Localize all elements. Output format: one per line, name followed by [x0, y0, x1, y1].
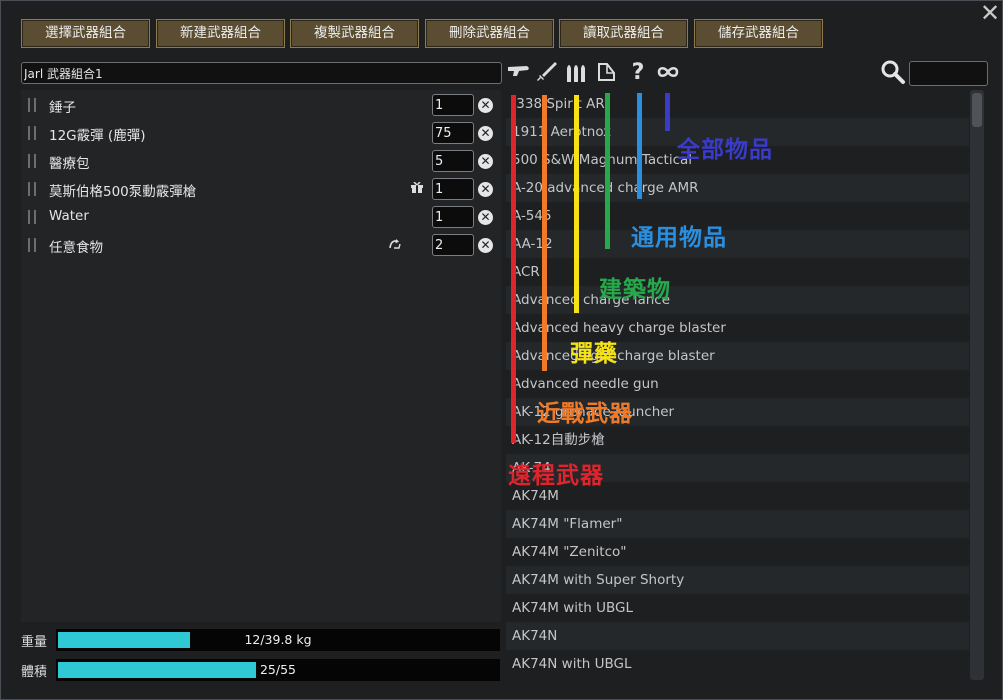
infinity-icon[interactable] [655, 59, 681, 85]
drag-handle-icon[interactable] [28, 210, 36, 224]
annotation-label-melee: 近戰武器 [537, 401, 633, 427]
item-row[interactable]: AK74M with Super Shorty [506, 566, 969, 594]
loadout-row: 12G霰彈 (鹿彈) ✕ [21, 119, 501, 147]
quantity-input[interactable] [432, 178, 474, 200]
quantity-input[interactable] [432, 234, 474, 256]
weight-label: 重量 [21, 635, 48, 650]
save-loadout-button[interactable]: 儲存武器組合 [694, 19, 823, 48]
copy-loadout-button[interactable]: 複製武器組合 [290, 19, 419, 48]
building-icon[interactable] [594, 59, 620, 85]
loadout-item-label: 12G霰彈 (鹿彈) [49, 128, 146, 144]
volume-label: 體積 [21, 665, 48, 680]
ranged-weapon-icon[interactable] [506, 59, 532, 85]
ammo-icon[interactable] [564, 59, 590, 85]
remove-icon[interactable]: ✕ [478, 126, 493, 141]
annotation-line-ammo [574, 95, 579, 313]
loadout-name-input[interactable] [21, 62, 502, 84]
weight-bar: 12/39.8 kg [56, 629, 500, 651]
annotation-label-ammo: 彈藥 [570, 341, 618, 367]
remove-icon[interactable]: ✕ [478, 182, 493, 197]
quantity-input[interactable] [432, 150, 474, 172]
loadout-row: 錘子 ✕ [21, 91, 501, 119]
delete-loadout-button[interactable]: 刪除武器組合 [425, 19, 554, 48]
scrollbar-thumb[interactable] [972, 93, 982, 127]
annotation-label-all: 全部物品 [677, 137, 773, 163]
search-icon[interactable] [880, 59, 906, 85]
loadout-item-label: 莫斯伯格500泵動霰彈槍 [49, 184, 197, 200]
quantity-input[interactable] [432, 122, 474, 144]
load-loadout-button[interactable]: 讀取武器組合 [559, 19, 688, 48]
loadout-row: 任意食物 ✕ [21, 231, 501, 259]
item-row[interactable]: AK74N [506, 622, 969, 650]
annotation-line-building [605, 93, 610, 249]
volume-bar: 25/55 [56, 659, 500, 681]
remove-icon[interactable]: ✕ [478, 154, 493, 169]
item-row[interactable]: AK74M "Flamer" [506, 510, 969, 538]
loadout-item-label: Water [49, 208, 89, 224]
question-icon[interactable]: ? [625, 59, 651, 85]
item-row[interactable]: AK74M with UBGL [506, 594, 969, 622]
annotation-label-ranged: 遠程武器 [508, 463, 604, 489]
remove-icon[interactable]: ✕ [478, 238, 493, 253]
drag-handle-icon[interactable] [28, 126, 36, 140]
remove-icon[interactable]: ✕ [478, 98, 493, 113]
loadout-item-list: 錘子 ✕ 12G霰彈 (鹿彈) ✕ 醫療包 ✕ 莫斯伯格500泵動霰彈槍 ✕ [21, 90, 501, 622]
loadout-row: 莫斯伯格500泵動霰彈槍 ✕ [21, 175, 501, 203]
loadout-window: ✕ 選擇武器組合 新建武器組合 複製武器組合 刪除武器組合 讀取武器組合 儲存武… [0, 0, 1003, 700]
close-icon[interactable]: ✕ [979, 1, 1001, 25]
gift-icon[interactable] [410, 181, 424, 196]
annotation-line-all [665, 93, 670, 131]
loadout-item-label: 醫療包 [49, 156, 90, 172]
remove-icon[interactable]: ✕ [478, 210, 493, 225]
recycle-icon[interactable] [388, 238, 402, 252]
search-input[interactable] [909, 61, 988, 86]
select-loadout-button[interactable]: 選擇武器組合 [21, 19, 150, 48]
quantity-input[interactable] [432, 94, 474, 116]
quantity-input[interactable] [432, 206, 474, 228]
annotation-line-general [637, 93, 642, 199]
drag-handle-icon[interactable] [28, 182, 36, 196]
drag-handle-icon[interactable] [28, 154, 36, 168]
loadout-item-label: 錘子 [49, 100, 76, 116]
annotation-line-melee [542, 95, 547, 371]
drag-handle-icon[interactable] [28, 98, 36, 112]
volume-value: 25/55 [259, 662, 297, 677]
item-row[interactable]: AK74N with UBGL [506, 650, 969, 678]
loadout-row: Water ✕ [21, 203, 501, 231]
annotation-label-building: 建築物 [599, 277, 671, 303]
melee-weapon-icon[interactable] [534, 59, 560, 85]
scrollbar-track[interactable] [970, 90, 984, 680]
new-loadout-button[interactable]: 新建武器組合 [156, 19, 285, 48]
drag-handle-icon[interactable] [28, 238, 36, 252]
item-row[interactable]: AK74M "Zenitco" [506, 538, 969, 566]
loadout-row: 醫療包 ✕ [21, 147, 501, 175]
annotation-label-general: 通用物品 [631, 225, 727, 251]
annotation-line-ranged [511, 95, 516, 443]
loadout-item-label: 任意食物 [49, 240, 103, 256]
weight-value: 12/39.8 kg [244, 632, 312, 647]
item-row[interactable]: AK-12自動步槍 [506, 426, 969, 454]
